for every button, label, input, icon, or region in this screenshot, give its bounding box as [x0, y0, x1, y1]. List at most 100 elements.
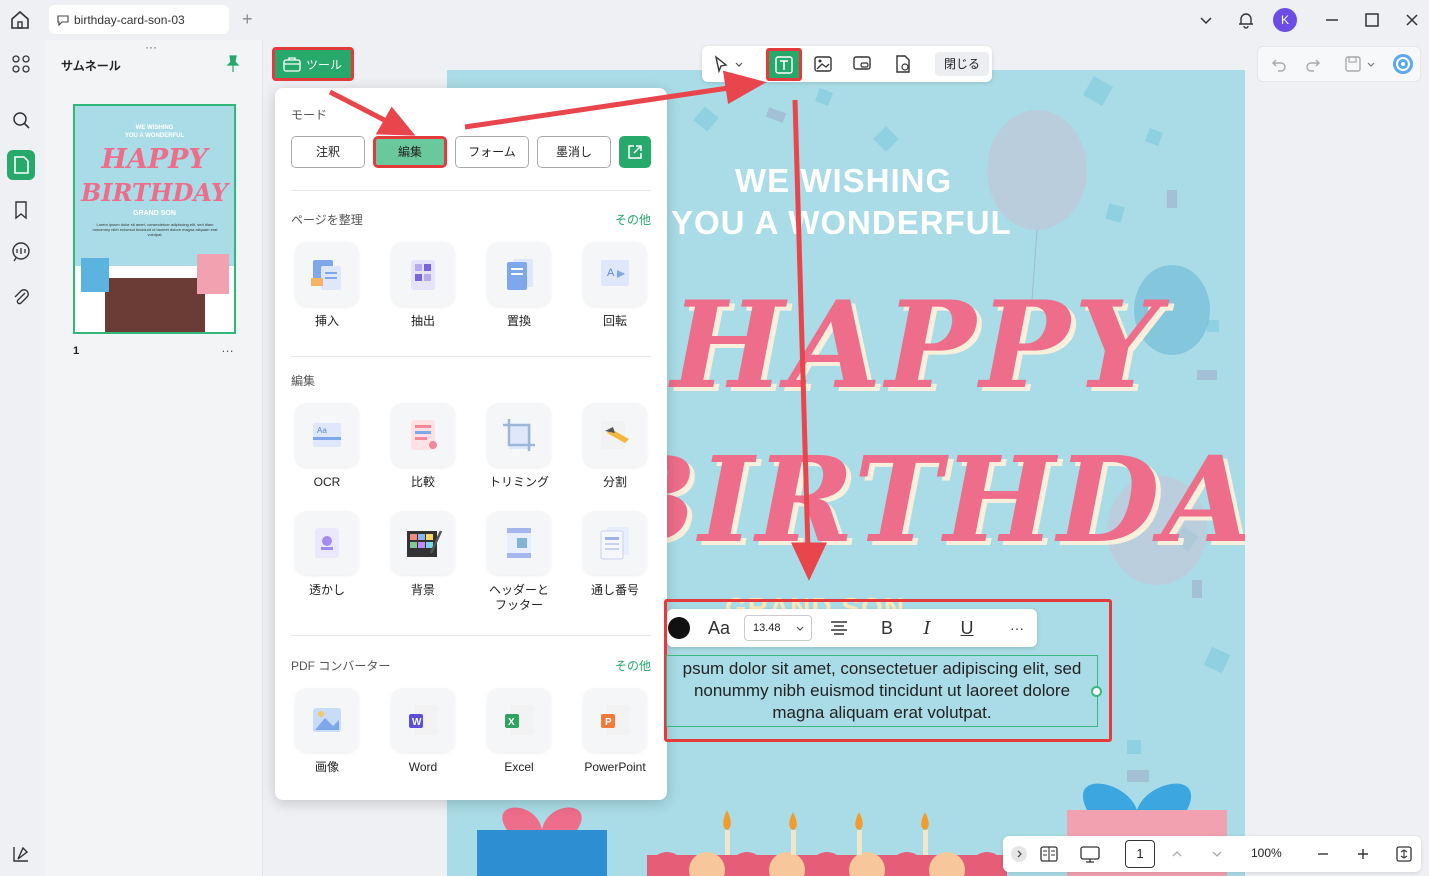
undo-icon[interactable] — [1266, 51, 1292, 77]
bookmark-icon[interactable] — [9, 198, 33, 222]
search-icon[interactable] — [9, 108, 33, 132]
document-tab[interactable]: birthday-card-son-03 — [49, 5, 229, 34]
add-image-icon[interactable] — [810, 51, 836, 77]
mode-annotate-button[interactable]: 注釈 — [291, 136, 365, 168]
tool-header-footer-label: ヘッダーと フッター — [488, 583, 549, 612]
convert-to-image[interactable]: 画像 — [287, 688, 367, 775]
resize-handle[interactable] — [1091, 686, 1102, 697]
tool-background[interactable]: 背景 — [383, 511, 463, 598]
rotate-page-icon: A — [583, 242, 647, 306]
tool-replace[interactable]: 置換 — [479, 242, 559, 329]
crop-icon — [487, 403, 551, 467]
mode-form-button[interactable]: フォーム — [455, 136, 529, 168]
thumbnail-more-button[interactable]: … — [221, 340, 234, 355]
tool-extract[interactable]: 抽出 — [383, 242, 463, 329]
convert-to-word[interactable]: W Word — [383, 688, 463, 775]
save-icon[interactable] — [1340, 51, 1366, 77]
collapse-arrow-icon[interactable] — [1011, 846, 1027, 862]
excel-icon: X — [487, 688, 551, 752]
thumb-gift-left — [81, 258, 109, 292]
tool-crop[interactable]: トリミング — [479, 403, 559, 490]
divider — [291, 356, 651, 357]
svg-text:A: A — [607, 267, 615, 279]
zoom-out-icon[interactable] — [1315, 846, 1331, 862]
ai-assistant-icon[interactable] — [1390, 51, 1416, 77]
right-toolbar — [1257, 46, 1421, 82]
minimize-icon[interactable] — [1322, 10, 1342, 30]
home-icon[interactable] — [8, 8, 32, 32]
tool-watermark[interactable]: 透かし — [287, 511, 367, 598]
thumb-gift-right — [197, 254, 229, 294]
thumbnail-panel: ··· サムネール WE WISHING YOU A WONDERFUL HAP… — [45, 40, 263, 876]
tool-header-footer[interactable]: ヘッダーと フッター — [479, 511, 559, 613]
comment-list-icon[interactable] — [9, 240, 33, 264]
tool-split-label: 分割 — [602, 475, 627, 489]
zoom-level[interactable]: 100% — [1251, 846, 1282, 860]
ocr-icon: Aa — [295, 403, 359, 467]
tool-split[interactable]: 分割 — [575, 403, 655, 490]
text-icon — [775, 55, 793, 74]
close-window-icon[interactable] — [1402, 10, 1422, 30]
mode-redact-button[interactable]: 墨消し — [537, 136, 611, 168]
cursor-dropdown-icon[interactable] — [732, 51, 746, 77]
text-line-1: psum dolor sit amet, consectetuer adipis… — [682, 659, 1082, 678]
thumb-wishing-text: WE WISHING YOU A WONDERFUL — [124, 125, 185, 139]
page-number-input[interactable]: 1 — [1125, 840, 1155, 868]
svg-text:W: W — [412, 717, 422, 728]
editable-text-box[interactable]: psum dolor sit amet, consectetuer adipis… — [666, 655, 1098, 727]
next-page-icon[interactable] — [1209, 846, 1225, 862]
tool-ocr-label: OCR — [313, 475, 341, 489]
convert-to-excel[interactable]: X Excel — [479, 688, 559, 775]
pin-icon[interactable] — [225, 55, 241, 73]
add-link-icon[interactable] — [850, 51, 876, 77]
zoom-in-icon[interactable] — [1355, 846, 1371, 862]
maximize-icon[interactable] — [1362, 10, 1382, 30]
card-birthday-text: BIRTHDAY — [597, 430, 1245, 569]
converter-section-label: PDF コンバーター — [291, 659, 391, 673]
add-text-button[interactable] — [766, 48, 802, 81]
tool-rotate-label: 回転 — [602, 314, 627, 328]
redo-icon[interactable] — [1300, 51, 1326, 77]
select-cursor-icon[interactable] — [708, 51, 734, 77]
mode-edit-button[interactable]: 編集 — [373, 136, 447, 168]
thumbnail-page-icon[interactable] — [7, 150, 35, 180]
user-avatar[interactable]: K — [1273, 8, 1297, 32]
attachment-icon[interactable] — [9, 285, 33, 309]
fit-page-icon[interactable] — [1395, 845, 1413, 863]
watermark-icon[interactable] — [890, 51, 916, 77]
title-bar: birthday-card-son-03 + K — [0, 0, 1429, 40]
convert-to-powerpoint[interactable]: P PowerPoint — [575, 688, 655, 775]
apps-grid-icon[interactable] — [9, 52, 33, 76]
tab-title: birthday-card-son-03 — [74, 12, 185, 27]
svg-text:X: X — [508, 717, 515, 728]
tools-button[interactable]: ツール — [272, 47, 354, 81]
replace-page-icon — [487, 242, 551, 306]
drag-handle[interactable]: ··· — [145, 40, 157, 54]
tool-ocr[interactable]: Aa OCR — [287, 403, 367, 490]
tool-insert[interactable]: 挿入 — [287, 242, 367, 329]
tool-extract-label: 抽出 — [410, 314, 435, 328]
bottom-navigation-bar: 1 100% — [1003, 836, 1421, 872]
close-edit-button[interactable]: 閉じる — [935, 52, 989, 76]
tool-compare[interactable]: 比較 — [383, 403, 463, 490]
page-layout-icon[interactable] — [1039, 844, 1059, 864]
word-icon: W — [391, 688, 455, 752]
presentation-icon[interactable] — [1079, 844, 1101, 864]
sidebar-toggle-icon[interactable] — [9, 842, 33, 866]
save-dropdown-icon[interactable] — [1364, 51, 1378, 77]
tool-rotate[interactable]: A 回転 — [575, 242, 655, 329]
compare-icon — [391, 403, 455, 467]
organize-more-link[interactable]: その他 — [615, 211, 651, 228]
converter-more-link[interactable]: その他 — [615, 657, 651, 674]
chevron-down-icon[interactable] — [1196, 10, 1216, 30]
divider — [291, 635, 651, 636]
card-happy-text: HAPPY — [671, 275, 1164, 416]
tool-bates-number[interactable]: 通し番号 — [575, 511, 655, 598]
tool-replace-label: 置換 — [506, 314, 531, 328]
prev-page-icon[interactable] — [1169, 846, 1185, 862]
page-thumbnail[interactable]: WE WISHING YOU A WONDERFUL HAPPY BIRTHDA… — [73, 104, 236, 334]
open-external-button[interactable] — [619, 136, 651, 168]
watermark-tool-icon — [295, 511, 359, 575]
new-tab-plus-icon[interactable]: + — [242, 10, 253, 28]
bell-icon[interactable] — [1236, 10, 1256, 30]
